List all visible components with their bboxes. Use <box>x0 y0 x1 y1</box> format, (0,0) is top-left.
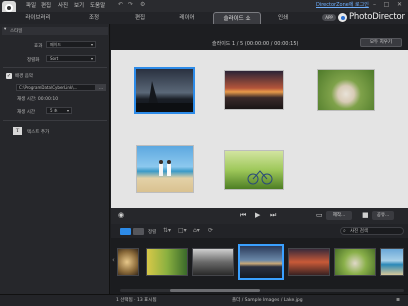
filmstrip-thumbnail[interactable] <box>334 248 376 276</box>
brand-name: PhotoDirector <box>349 12 405 22</box>
next-slide-icon[interactable]: ⏭ <box>270 211 276 220</box>
filmstrip-thumbnail[interactable] <box>192 248 234 276</box>
share-icon: ■ <box>362 211 369 219</box>
slide-thumbnail[interactable] <box>224 70 284 110</box>
settings-gear-icon[interactable]: ⚙ <box>140 1 145 8</box>
filmstrip-thumbnail[interactable] <box>288 248 330 276</box>
slide-duration-label: 재생 시간 <box>17 110 35 115</box>
background-music-label: 배경 음악 <box>15 74 33 79</box>
play-icon[interactable]: ▶ <box>255 211 260 219</box>
film-icon: ▭ <box>316 211 323 219</box>
music-path-field[interactable]: C:\ProgramData\CyberLink\... <box>16 84 96 91</box>
arrange-label: 정렬화 <box>27 58 40 63</box>
filmstrip-thumbnail-selected[interactable] <box>238 244 284 280</box>
tab-adjust[interactable]: 조정 <box>80 12 108 24</box>
directorzone-login-link[interactable]: DirectorZone에 로그인 <box>316 1 369 8</box>
photo-search-input[interactable]: 사진 검색 <box>340 227 404 235</box>
selection-status: 1 선택됨 · 13 표시됨 <box>116 298 157 303</box>
previous-slide-icon[interactable]: ⏮ <box>240 211 246 220</box>
minimize-icon[interactable]: – <box>370 0 379 9</box>
sort-options-icon[interactable]: ⇅▾ <box>163 227 171 234</box>
menu-photo[interactable]: 사진 <box>58 1 68 9</box>
menu-edit[interactable]: 편집 <box>41 1 51 9</box>
grid-view-icon[interactable] <box>120 228 131 235</box>
tab-library[interactable]: 라이브러리 <box>18 12 58 24</box>
slide-image <box>136 81 193 112</box>
menu-file[interactable]: 파일 <box>26 1 36 9</box>
divider <box>3 67 107 68</box>
photodirector-logo-icon <box>338 13 347 22</box>
style-section-header[interactable]: ▾ 스타일 <box>2 27 108 35</box>
collapse-chevron-icon[interactable]: ▾ <box>4 27 6 32</box>
slide-image <box>247 170 273 185</box>
slide-thumbnail[interactable] <box>134 67 195 114</box>
slide-image <box>159 160 171 176</box>
tab-edit[interactable]: 편집 <box>126 12 154 24</box>
slide-duration-select[interactable]: 5 초 <box>46 107 72 114</box>
maximize-icon[interactable]: □ <box>382 0 391 9</box>
filmstrip-scrollbar[interactable] <box>120 289 404 292</box>
fullscreen-preview-icon[interactable]: ◉ <box>118 211 124 219</box>
select-icon[interactable]: □▾ <box>178 227 187 234</box>
app-badge[interactable]: APP <box>322 14 336 21</box>
rotate-icon[interactable]: ⟳ <box>208 227 213 234</box>
add-text-icon[interactable]: T <box>13 127 22 135</box>
effect-select[interactable]: 페이드 <box>46 41 96 48</box>
list-view-icon[interactable] <box>133 228 144 235</box>
filmstrip-thumbnail[interactable] <box>117 248 139 276</box>
search-icon: ⌕ <box>343 228 346 234</box>
menu-view[interactable]: 보기 <box>74 1 84 9</box>
tab-slideshow[interactable]: 슬라이드 쇼 <box>213 12 261 24</box>
tab-layers[interactable]: 레이어 <box>172 12 202 24</box>
effect-label: 효과 <box>34 44 43 49</box>
close-icon[interactable]: ✕ <box>395 0 404 9</box>
music-duration-text: 재생 시간: 00:00:10 <box>17 97 59 102</box>
style-header-label: 스타일 <box>10 29 23 34</box>
background-music-checkbox[interactable]: ✓ <box>6 73 12 79</box>
produce-button[interactable]: 제작... <box>326 211 352 220</box>
sort-label[interactable]: 정렬 <box>148 229 156 235</box>
share-button[interactable]: 공유... <box>372 211 394 220</box>
arrange-select[interactable]: Sort <box>46 55 96 62</box>
clear-all-button[interactable]: 모두 지우기 <box>360 38 402 47</box>
menu-help[interactable]: 도움말 <box>90 1 105 9</box>
filmstrip-scroll-thumb[interactable] <box>170 289 260 292</box>
filmstrip-thumbnail[interactable] <box>380 248 404 276</box>
slide-counter: 슬라이드 1 / 5 (00:00:00 / 00:00:15) <box>212 41 299 47</box>
add-text-label[interactable]: 텍스트 추가 <box>27 129 49 135</box>
filmstrip-thumbnail[interactable] <box>146 248 188 276</box>
tab-print[interactable]: 인쇄 <box>270 12 296 24</box>
slide-thumbnail[interactable] <box>224 150 284 190</box>
divider <box>3 120 107 121</box>
scroll-left-icon[interactable]: ‹ <box>112 256 115 264</box>
tag-icon[interactable]: ⌂▾ <box>193 227 200 234</box>
file-path-status: 폴더 / Sample Images / Lake.jpg <box>232 298 303 303</box>
slide-thumbnail[interactable] <box>317 69 375 111</box>
browse-music-button[interactable]: ... <box>96 84 106 91</box>
redo-icon[interactable]: ↷ <box>128 1 133 8</box>
thumbnail-size-icon[interactable]: ▪ <box>396 296 400 303</box>
undo-icon[interactable]: ↶ <box>118 1 123 8</box>
slide-thumbnail[interactable] <box>136 145 194 193</box>
status-bar <box>0 294 408 306</box>
